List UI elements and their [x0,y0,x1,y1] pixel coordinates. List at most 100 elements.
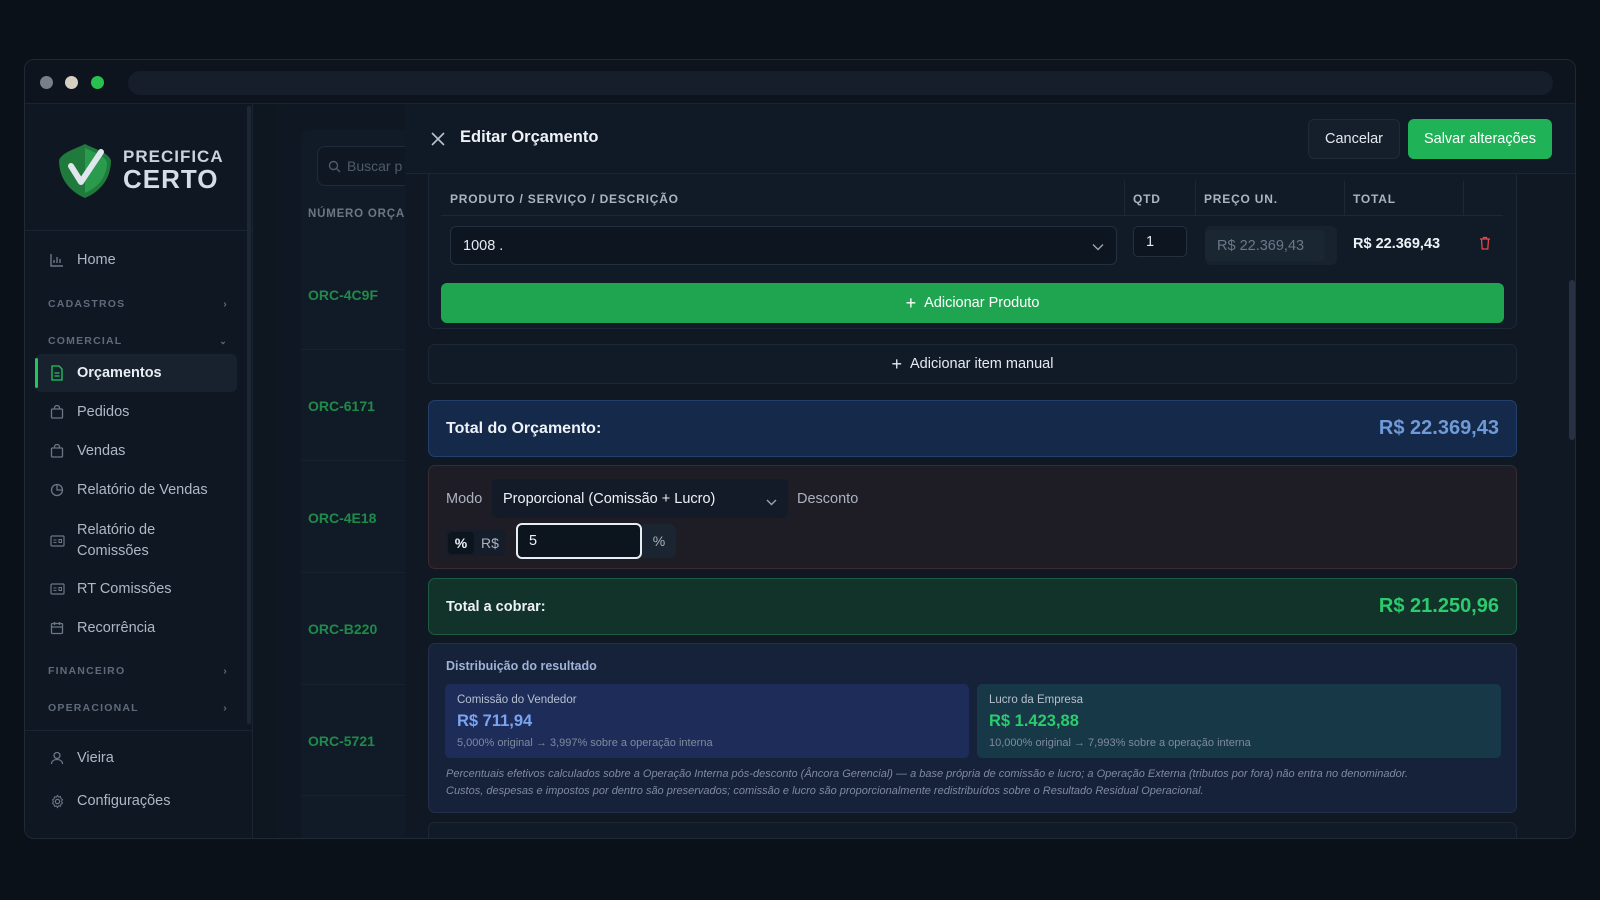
budget-total-card: Total do Orçamento: R$ 22.369,43 [428,400,1517,457]
gear-icon [49,793,65,809]
list-item[interactable]: ORC-4E18 [308,510,376,526]
profit-box: Lucro da Empresa R$ 1.423,88 10,000% ori… [977,684,1501,758]
add-product-button[interactable]: + Adicionar Produto [441,283,1504,323]
divider [25,730,252,731]
chevron-right-icon: › [223,702,228,714]
section-comercial[interactable]: COMERCIAL ⌄ [48,335,228,347]
trash-icon[interactable] [1479,236,1491,255]
sidebar-scrollbar[interactable] [247,106,251,724]
logo-shield-icon [59,144,111,198]
list-item[interactable]: ORC-5721 [308,733,375,749]
add-manual-item-button[interactable]: + Adicionar item manual [428,344,1517,384]
list-item[interactable]: ORC-6171 [308,398,375,414]
add-product-label: Adicionar Produto [924,295,1040,311]
nav-relatorio-vendas[interactable]: Relatório de Vendas [35,471,237,509]
mode-select[interactable]: Proporcional (Comissão + Lucro) [492,479,788,518]
nav-rt-comissoes[interactable]: RT Comissões [35,570,237,608]
list-item[interactable]: ORC-4C9F [308,287,378,303]
maximize-window-dot[interactable] [91,76,104,89]
cancel-button[interactable]: Cancelar [1307,119,1400,159]
section-financeiro[interactable]: FINANCEIRO › [48,665,228,677]
toggle-percent[interactable]: % [448,532,474,554]
list-item[interactable]: ORC-B220 [308,621,377,637]
shopping-bag-icon [49,443,65,459]
chevron-right-icon: › [223,665,228,677]
commission-amount: R$ 711,94 [457,712,533,730]
list-column-header: NÚMERO ORÇA [308,208,405,220]
brand-line-2: CERTO [123,164,219,194]
nav-user[interactable]: Vieira [35,739,237,777]
product-select-value: 1008 . [463,237,504,254]
nav-relatorio-comissoes[interactable]: Relatório de Comissões [35,517,237,565]
section-comercial-label: COMERCIAL [48,335,123,347]
nav-orcamentos[interactable]: Orçamentos [35,354,237,392]
calendar-icon [49,620,65,636]
discount-unit: % [642,524,676,558]
discount-label: Desconto [797,491,859,507]
items-table-header: PRODUTO / SERVIÇO / DESCRIÇÃO QTD PREÇO … [441,181,1503,216]
col-qtd: QTD [1133,192,1161,206]
row-total: R$ 22.369,43 [1353,236,1441,252]
modal-title: Editar Orçamento [460,128,599,146]
list-search-placeholder: Buscar p [347,158,403,174]
commission-note: 5,000% original → 3,997% sobre a operaçã… [457,737,713,749]
nav-vendas-label: Vendas [77,443,126,459]
plus-icon: + [891,354,903,374]
search-icon [328,160,341,172]
product-select[interactable]: 1008 . [450,226,1117,265]
next-section-card [428,822,1517,838]
nav-orcamentos-label: Orçamentos [77,365,162,381]
commission-caption: Comissão do Vendedor [457,694,577,706]
nav-configuracoes[interactable]: Configurações [35,782,237,820]
user-icon [49,750,65,766]
footnote-line-2: Custos, despesas e impostos por dentro s… [446,785,1204,797]
nav-pedidos-label: Pedidos [77,404,130,420]
distribution-title: Distribuição do resultado [446,659,597,673]
mode-label: Modo [446,491,483,507]
nav-pedidos[interactable]: Pedidos [35,393,237,431]
sidebar: PRECIFICA CERTO Home CADASTROS › COMERCI… [25,104,253,838]
id-card-icon [49,533,65,549]
discount-type-toggle: % R$ [446,530,506,556]
modal-scrollbar[interactable] [1569,280,1575,440]
minimize-window-dot[interactable] [65,76,78,89]
section-operacional[interactable]: OPERACIONAL › [48,702,228,714]
col-produto: PRODUTO / SERVIÇO / DESCRIÇÃO [450,192,679,206]
profit-note: 10,000% original → 7,993% sobre a operaç… [989,737,1251,749]
divider [25,230,252,231]
close-window-dot[interactable] [40,76,53,89]
section-cadastros[interactable]: CADASTROS › [48,298,228,310]
discount-input[interactable]: 5 [516,523,642,559]
budget-total-value: R$ 22.369,43 [1378,417,1499,439]
toggle-currency[interactable]: R$ [481,535,499,551]
nav-relatorio-comissoes-label-2: Comissões [77,543,149,559]
close-icon[interactable] [431,130,445,151]
col-total: TOTAL [1353,192,1396,206]
distribution-card: Distribuição do resultado Comissão do Ve… [428,643,1517,813]
modal-header: Editar Orçamento Cancelar Salvar alteraç… [405,104,1575,174]
profit-caption: Lucro da Empresa [989,694,1083,706]
chevron-right-icon: › [223,298,228,310]
mode-select-value: Proporcional (Comissão + Lucro) [503,490,716,507]
footnote-line-1: Percentuais efetivos calculados sobre a … [446,768,1409,780]
amount-due-label: Total a cobrar: [446,599,546,615]
chevron-down-icon [766,494,777,510]
pie-chart-icon [49,482,65,498]
profit-amount: R$ 1.423,88 [989,712,1079,730]
distribution-footnote: Percentuais efetivos calculados sobre a … [446,766,1506,800]
nav-vendas[interactable]: Vendas [35,432,237,470]
budget-total-label: Total do Orçamento: [446,420,602,437]
nav-configuracoes-label: Configurações [77,793,171,809]
quantity-field[interactable]: 1 [1133,226,1187,257]
nav-home-label: Home [77,252,116,268]
nav-home[interactable]: Home [35,241,237,279]
brand-logo[interactable]: PRECIFICA CERTO [55,140,225,202]
nav-recorrencia[interactable]: Recorrência [35,609,237,647]
id-card-icon [49,581,65,597]
discount-card: Modo Proporcional (Comissão + Lucro) Des… [428,465,1517,569]
address-bar[interactable] [128,71,1553,95]
save-button[interactable]: Salvar alterações [1407,119,1552,159]
col-preco: PREÇO UN. [1204,192,1278,206]
nav-relatorio-comissoes-label-1: Relatório de [77,522,156,538]
bar-chart-icon [49,252,65,268]
